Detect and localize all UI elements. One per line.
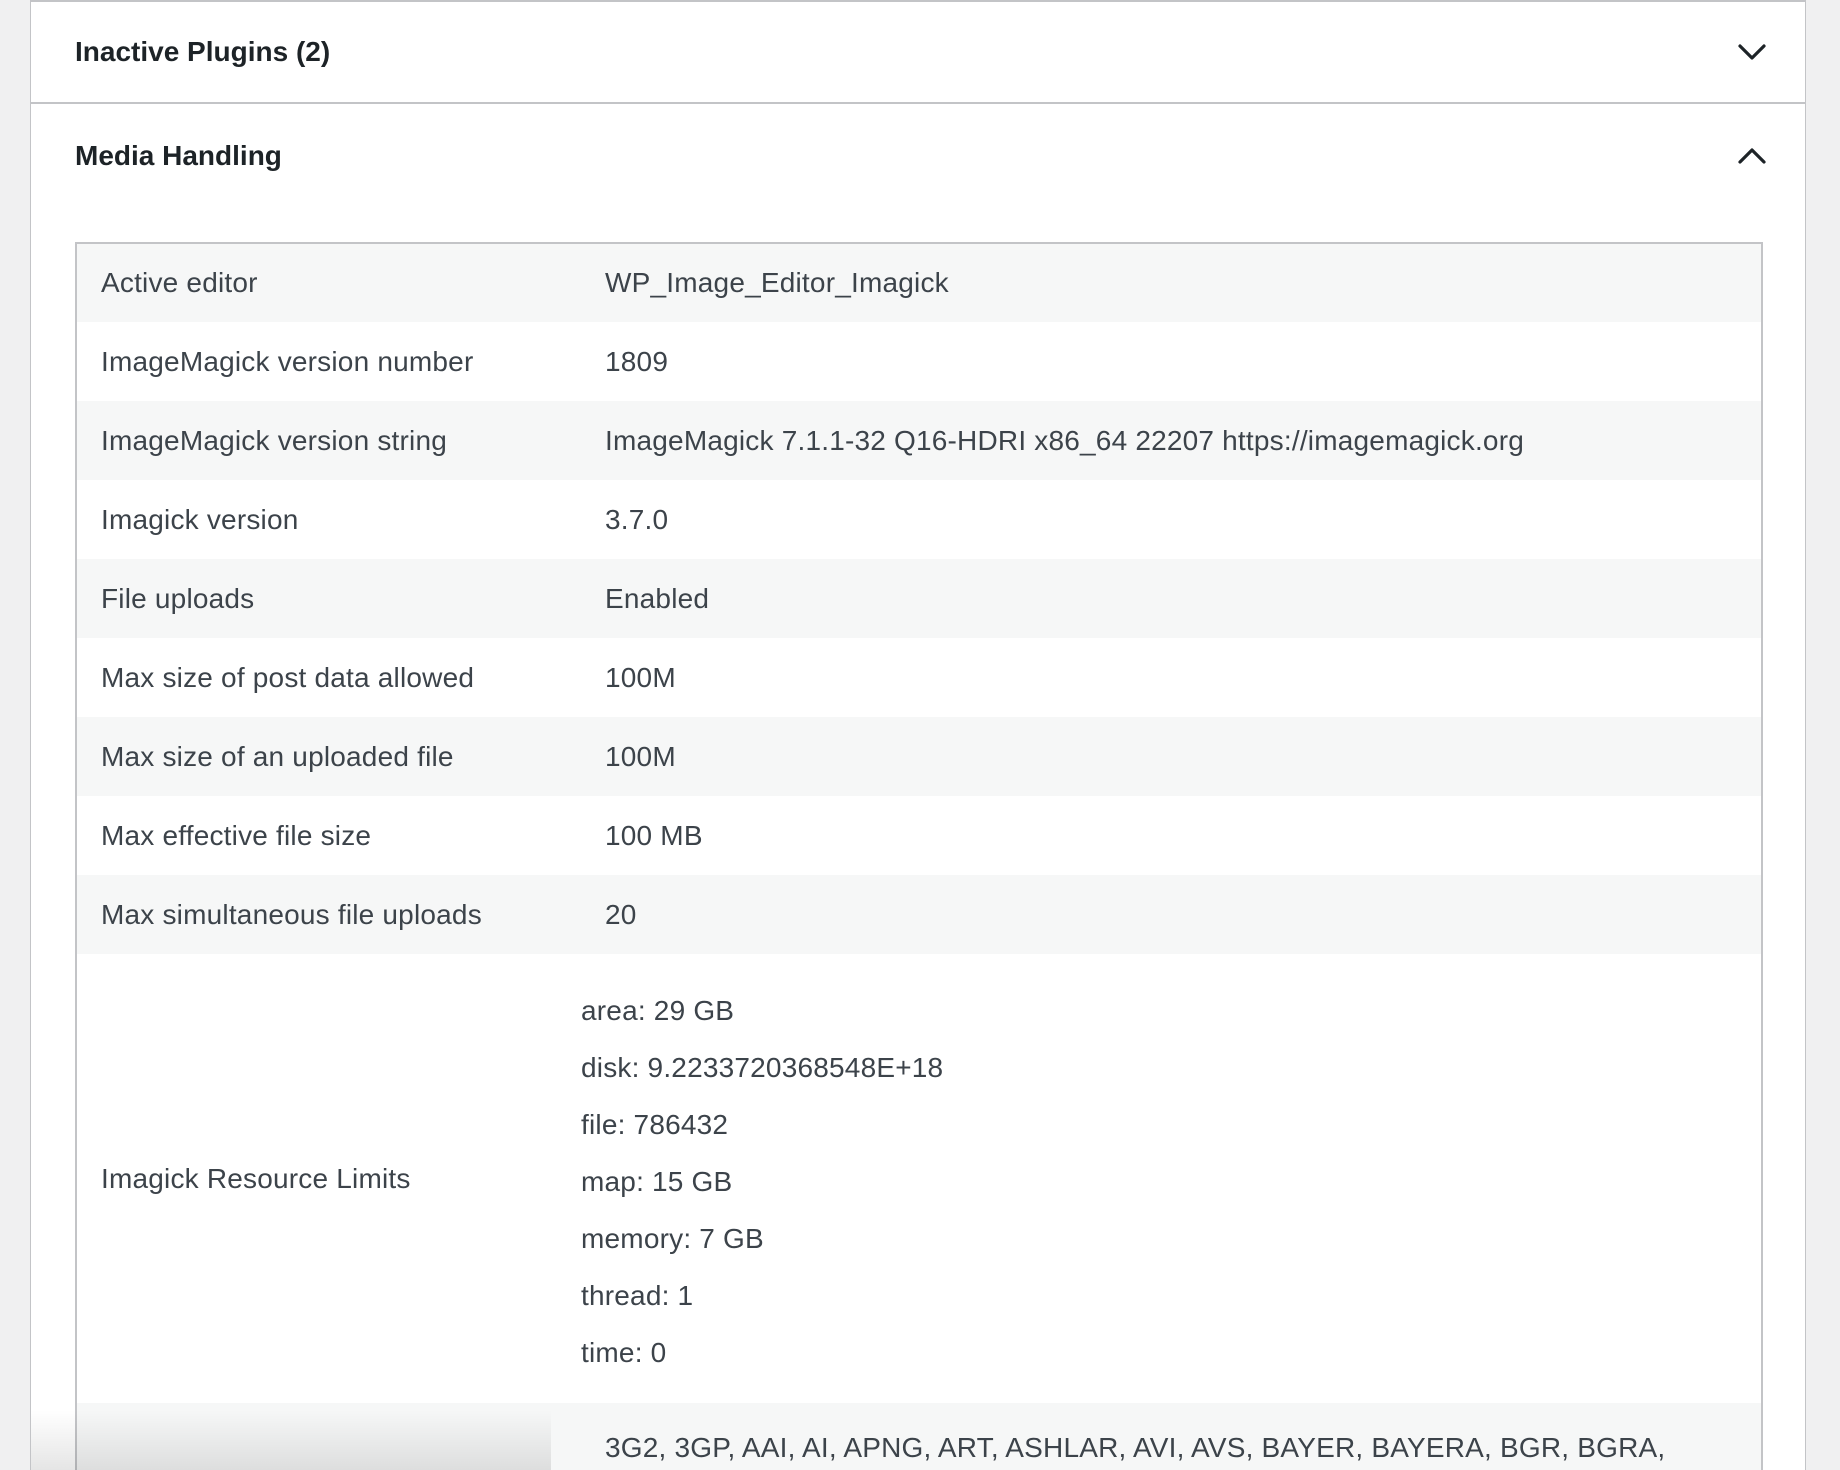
media-handling-content: Active editor WP_Image_Editor_Imagick Im… xyxy=(31,208,1805,1470)
media-handling-toggle[interactable]: Media Handling xyxy=(31,104,1805,208)
row-value: 20 xyxy=(581,875,1762,954)
table-row: File uploads Enabled xyxy=(76,559,1762,638)
limit-file: file: 786432 xyxy=(581,1109,729,1140)
row-value: 100M xyxy=(581,717,1762,796)
limit-map: map: 15 GB xyxy=(581,1166,733,1197)
limit-area: area: 29 GB xyxy=(581,995,735,1026)
row-label xyxy=(76,1403,581,1470)
row-value: 3.7.0 xyxy=(605,503,669,535)
row-label: Max size of post data allowed xyxy=(101,661,475,693)
row-label: Imagick Resource Limits xyxy=(101,1162,411,1194)
chevron-down-icon[interactable] xyxy=(1734,34,1770,70)
limit-time: time: 0 xyxy=(581,1337,667,1368)
table-row: Imagick version 3.7.0 xyxy=(76,480,1762,559)
table-row: Max simultaneous file uploads 20 xyxy=(76,875,1762,954)
row-label: Imagick version xyxy=(101,503,299,535)
limit-thread: thread: 1 xyxy=(581,1280,694,1311)
row-label: Active editor xyxy=(76,243,581,322)
table-row: Max size of an uploaded file 100M xyxy=(76,717,1762,796)
limit-memory: memory: 7 GB xyxy=(581,1223,764,1254)
row-value: Enabled xyxy=(581,559,1762,638)
media-info-table: Active editor WP_Image_Editor_Imagick Im… xyxy=(75,242,1763,1470)
media-handling-title: Media Handling xyxy=(75,140,282,171)
row-label: File uploads xyxy=(76,559,581,638)
row-label: Max size of an uploaded file xyxy=(76,717,581,796)
table-row: Max effective file size 100 MB xyxy=(76,796,1762,875)
table-row: ImageMagick version number 1809 xyxy=(76,322,1762,401)
limit-disk: disk: 9.2233720368548E+18 xyxy=(581,1052,944,1083)
row-value: WP_Image_Editor_Imagick xyxy=(581,243,1762,322)
row-value: 1809 xyxy=(605,345,669,377)
table-row-formats: 3G2, 3GP, AAI, AI, APNG, ART, ASHLAR, AV… xyxy=(76,1403,1762,1470)
table-row-resource-limits: Imagick Resource Limits area: 29 GB disk… xyxy=(76,954,1762,1403)
inactive-plugins-toggle[interactable]: Inactive Plugins (2) xyxy=(31,0,1805,104)
resource-limits-list: area: 29 GB disk: 9.2233720368548E+18 fi… xyxy=(581,954,1762,1403)
row-label: Max simultaneous file uploads xyxy=(76,875,581,954)
chevron-up-icon[interactable] xyxy=(1734,138,1770,174)
supported-formats-value: 3G2, 3GP, AAI, AI, APNG, ART, ASHLAR, AV… xyxy=(581,1403,1762,1470)
table-row: ImageMagick version string ImageMagick 7… xyxy=(76,401,1762,480)
row-label: Max effective file size xyxy=(101,819,372,851)
inactive-plugins-title: Inactive Plugins (2) xyxy=(75,36,331,67)
row-value: 100 MB xyxy=(605,819,703,851)
row-value: 100M xyxy=(605,661,676,693)
row-label: ImageMagick version string xyxy=(76,401,581,480)
row-label: ImageMagick version number xyxy=(101,345,474,377)
row-value: ImageMagick 7.1.1-32 Q16-HDRI x86_64 222… xyxy=(581,401,1762,480)
site-health-info-panel: Inactive Plugins (2) Media Handling Acti… xyxy=(30,0,1806,1470)
table-row: Active editor WP_Image_Editor_Imagick xyxy=(76,243,1762,322)
table-row: Max size of post data allowed 100M xyxy=(76,638,1762,717)
